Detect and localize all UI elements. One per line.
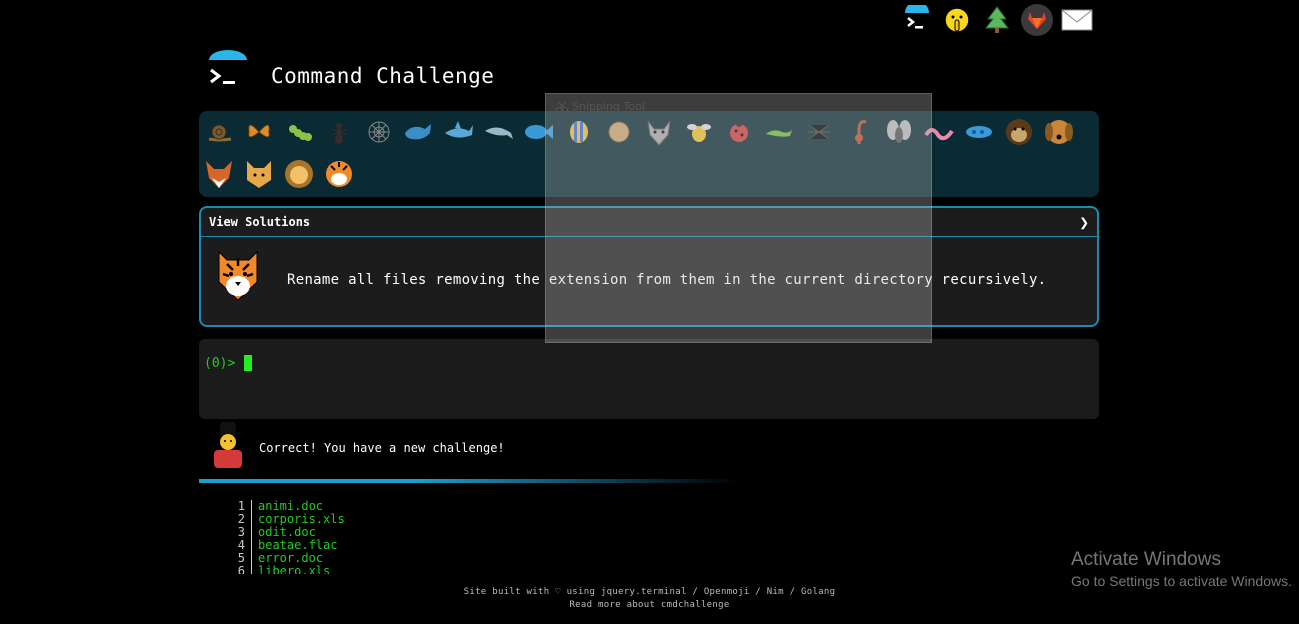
- tiger-icon[interactable]: [319, 154, 359, 194]
- activate-windows-title: Activate Windows: [1071, 549, 1221, 570]
- guard-avatar-icon: [210, 422, 246, 470]
- envelope-icon[interactable]: [1060, 3, 1094, 37]
- caterpillar-icon[interactable]: [279, 112, 319, 152]
- gitlab-icon[interactable]: [1020, 3, 1054, 37]
- snipping-tool-title: Snipping Tool: [572, 100, 645, 113]
- top-icon-bar: [900, 3, 1094, 37]
- file-name: libero.xls: [258, 564, 331, 575]
- shark-icon[interactable]: [439, 112, 479, 152]
- separator-bar: [199, 479, 739, 483]
- butterfly-icon[interactable]: [239, 112, 279, 152]
- shushing-face-icon[interactable]: [940, 3, 974, 37]
- snail-icon[interactable]: [199, 112, 239, 152]
- tiger-icon: [215, 248, 259, 301]
- footer-read-more-link[interactable]: Read more about cmdchallenge: [0, 600, 1299, 610]
- view-solutions-label: View Solutions: [209, 215, 311, 229]
- progress-row-2: [199, 154, 359, 194]
- snipping-tool-overlay[interactable]: Snipping Tool: [545, 93, 932, 343]
- list-item: 4 beatae.flac: [225, 539, 425, 552]
- list-item: 6 libero.xls: [225, 565, 425, 574]
- page-title: Command Challenge: [271, 64, 495, 88]
- tree-icon[interactable]: [980, 3, 1014, 37]
- ant-icon[interactable]: [319, 112, 359, 152]
- terminal-input-area[interactable]: (0)>: [199, 339, 1099, 419]
- whale-icon[interactable]: [399, 112, 439, 152]
- microbe-icon[interactable]: [959, 112, 999, 152]
- feedback-message: Correct! You have a new challenge!: [259, 441, 505, 455]
- cat-icon[interactable]: [239, 154, 279, 194]
- line-number: 6: [225, 565, 252, 574]
- monkey-icon[interactable]: [999, 112, 1039, 152]
- snipping-tool-titlebar: Snipping Tool: [556, 100, 645, 113]
- site-logo-icon[interactable]: [207, 50, 249, 90]
- scissors-icon: [556, 101, 568, 113]
- spider-web-icon[interactable]: [359, 112, 399, 152]
- terminal-icon[interactable]: [900, 3, 934, 37]
- list-item: 2 corporis.xls: [225, 513, 425, 526]
- dolphin-icon[interactable]: [479, 112, 519, 152]
- dog-icon[interactable]: [1039, 112, 1079, 152]
- chevron-right-icon[interactable]: ❯: [1079, 213, 1089, 232]
- lion-icon[interactable]: [279, 154, 319, 194]
- file-listing: 1 animi.doc 2 corporis.xls 3 odit.doc 4 beat…: [225, 500, 425, 574]
- terminal-prompt: (0)>: [204, 356, 236, 371]
- fox-icon[interactable]: [199, 154, 239, 194]
- activate-windows-subtitle: Go to Settings to activate Windows.: [1071, 573, 1292, 589]
- terminal-cursor: [244, 355, 252, 371]
